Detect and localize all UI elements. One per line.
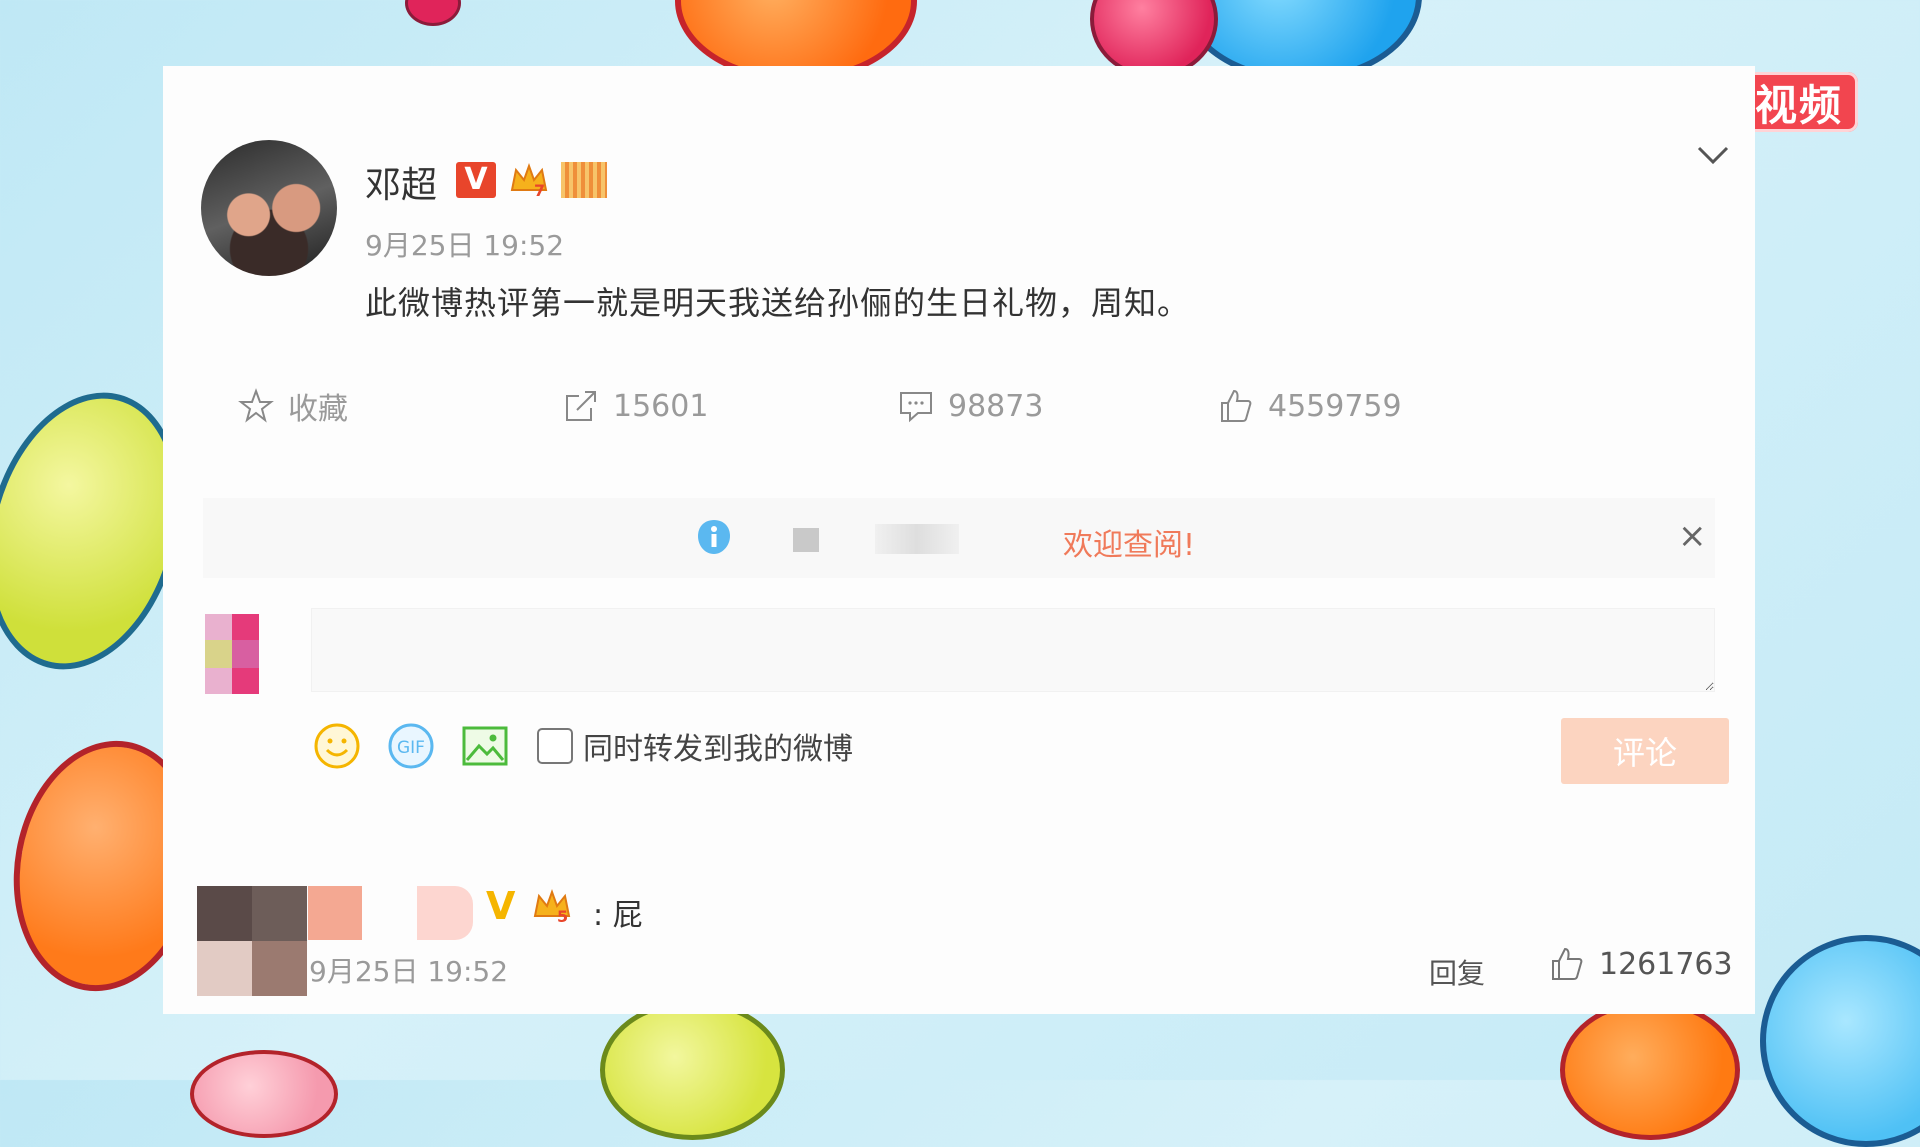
gif-icon[interactable]: GIF [385, 720, 437, 772]
notice-text: 欢迎查阅! [1063, 528, 1196, 563]
thumbs-up-icon [1552, 947, 1583, 980]
close-icon[interactable]: × [1678, 516, 1707, 556]
notice-banner: 欢迎查阅! × [203, 498, 1715, 578]
favorite-button[interactable]: 收藏 [238, 366, 348, 446]
reply-verified-badge: V [486, 884, 516, 928]
info-icon [698, 520, 730, 554]
repost-button[interactable]: 15601 [563, 366, 708, 446]
balloon-decoration [600, 1000, 785, 1140]
image-icon[interactable] [459, 720, 511, 772]
repost-checkbox-label: 同时转发到我的微博 [583, 732, 853, 767]
reply-timestamp: 9月25日 19:52 [309, 955, 509, 988]
video-badge: 视频 [1740, 72, 1858, 132]
vip-icon [561, 162, 607, 198]
blurred-text [793, 528, 819, 552]
repost-count: 15601 [613, 388, 709, 424]
post-content: 此微博热评第一就是明天我送给孙俪的生日礼物，周知。 [365, 284, 1191, 322]
star-icon [238, 388, 274, 423]
current-user-avatar [205, 614, 259, 694]
favorite-label: 收藏 [288, 392, 348, 427]
chevron-down-icon[interactable] [1693, 136, 1733, 176]
reply-like-button[interactable]: 1261763 [1549, 946, 1733, 982]
author-name[interactable]: 邓超 [365, 156, 437, 208]
blurred-username [308, 886, 362, 940]
reply-button[interactable]: 回复 [1429, 952, 1485, 992]
reply-text: : 屁 [593, 898, 643, 933]
reply-avatar[interactable] [197, 886, 307, 996]
svg-text:GIF: GIF [397, 738, 425, 758]
thumbs-up-icon [1221, 389, 1252, 422]
svg-text:7: 7 [534, 181, 545, 200]
blurred-username [417, 886, 473, 940]
comment-count: 98873 [948, 388, 1044, 424]
composer-toolbar: GIF 同时转发到我的微博 [311, 714, 853, 778]
like-button[interactable]: 4559759 [1218, 366, 1402, 446]
balloon-decoration [190, 1050, 338, 1138]
balloon-decoration [1760, 935, 1920, 1147]
crown-icon: 7 [510, 163, 548, 200]
repost-checkbox[interactable] [537, 728, 573, 764]
emoji-icon[interactable] [311, 720, 363, 772]
comment-button[interactable]: 98873 [898, 366, 1043, 446]
author-avatar[interactable] [201, 140, 337, 276]
blurred-text [875, 524, 959, 554]
post-action-bar: 收藏 15601 98873 4559759 [163, 366, 1755, 446]
svg-text:5: 5 [557, 907, 568, 926]
balloon-decoration [1560, 1000, 1740, 1140]
comment-icon [900, 392, 932, 423]
like-count: 4559759 [1268, 388, 1402, 424]
repost-checkbox-row[interactable]: 同时转发到我的微博 [537, 724, 853, 768]
post-timestamp[interactable]: 9月25日 19:52 [365, 224, 564, 264]
weibo-post-card: 邓超 V 7 9月25日 19:52 此微博热评第一就是明天我送给孙俪的生日礼物… [163, 66, 1755, 1014]
crown-icon: 5 [533, 889, 571, 926]
share-icon [566, 391, 596, 421]
reply-like-count: 1261763 [1599, 946, 1733, 982]
submit-comment-button[interactable]: 评论 [1561, 718, 1729, 784]
verified-badge: V [456, 162, 496, 198]
comment-input[interactable] [311, 608, 1715, 692]
balloon-decoration [405, 0, 461, 26]
